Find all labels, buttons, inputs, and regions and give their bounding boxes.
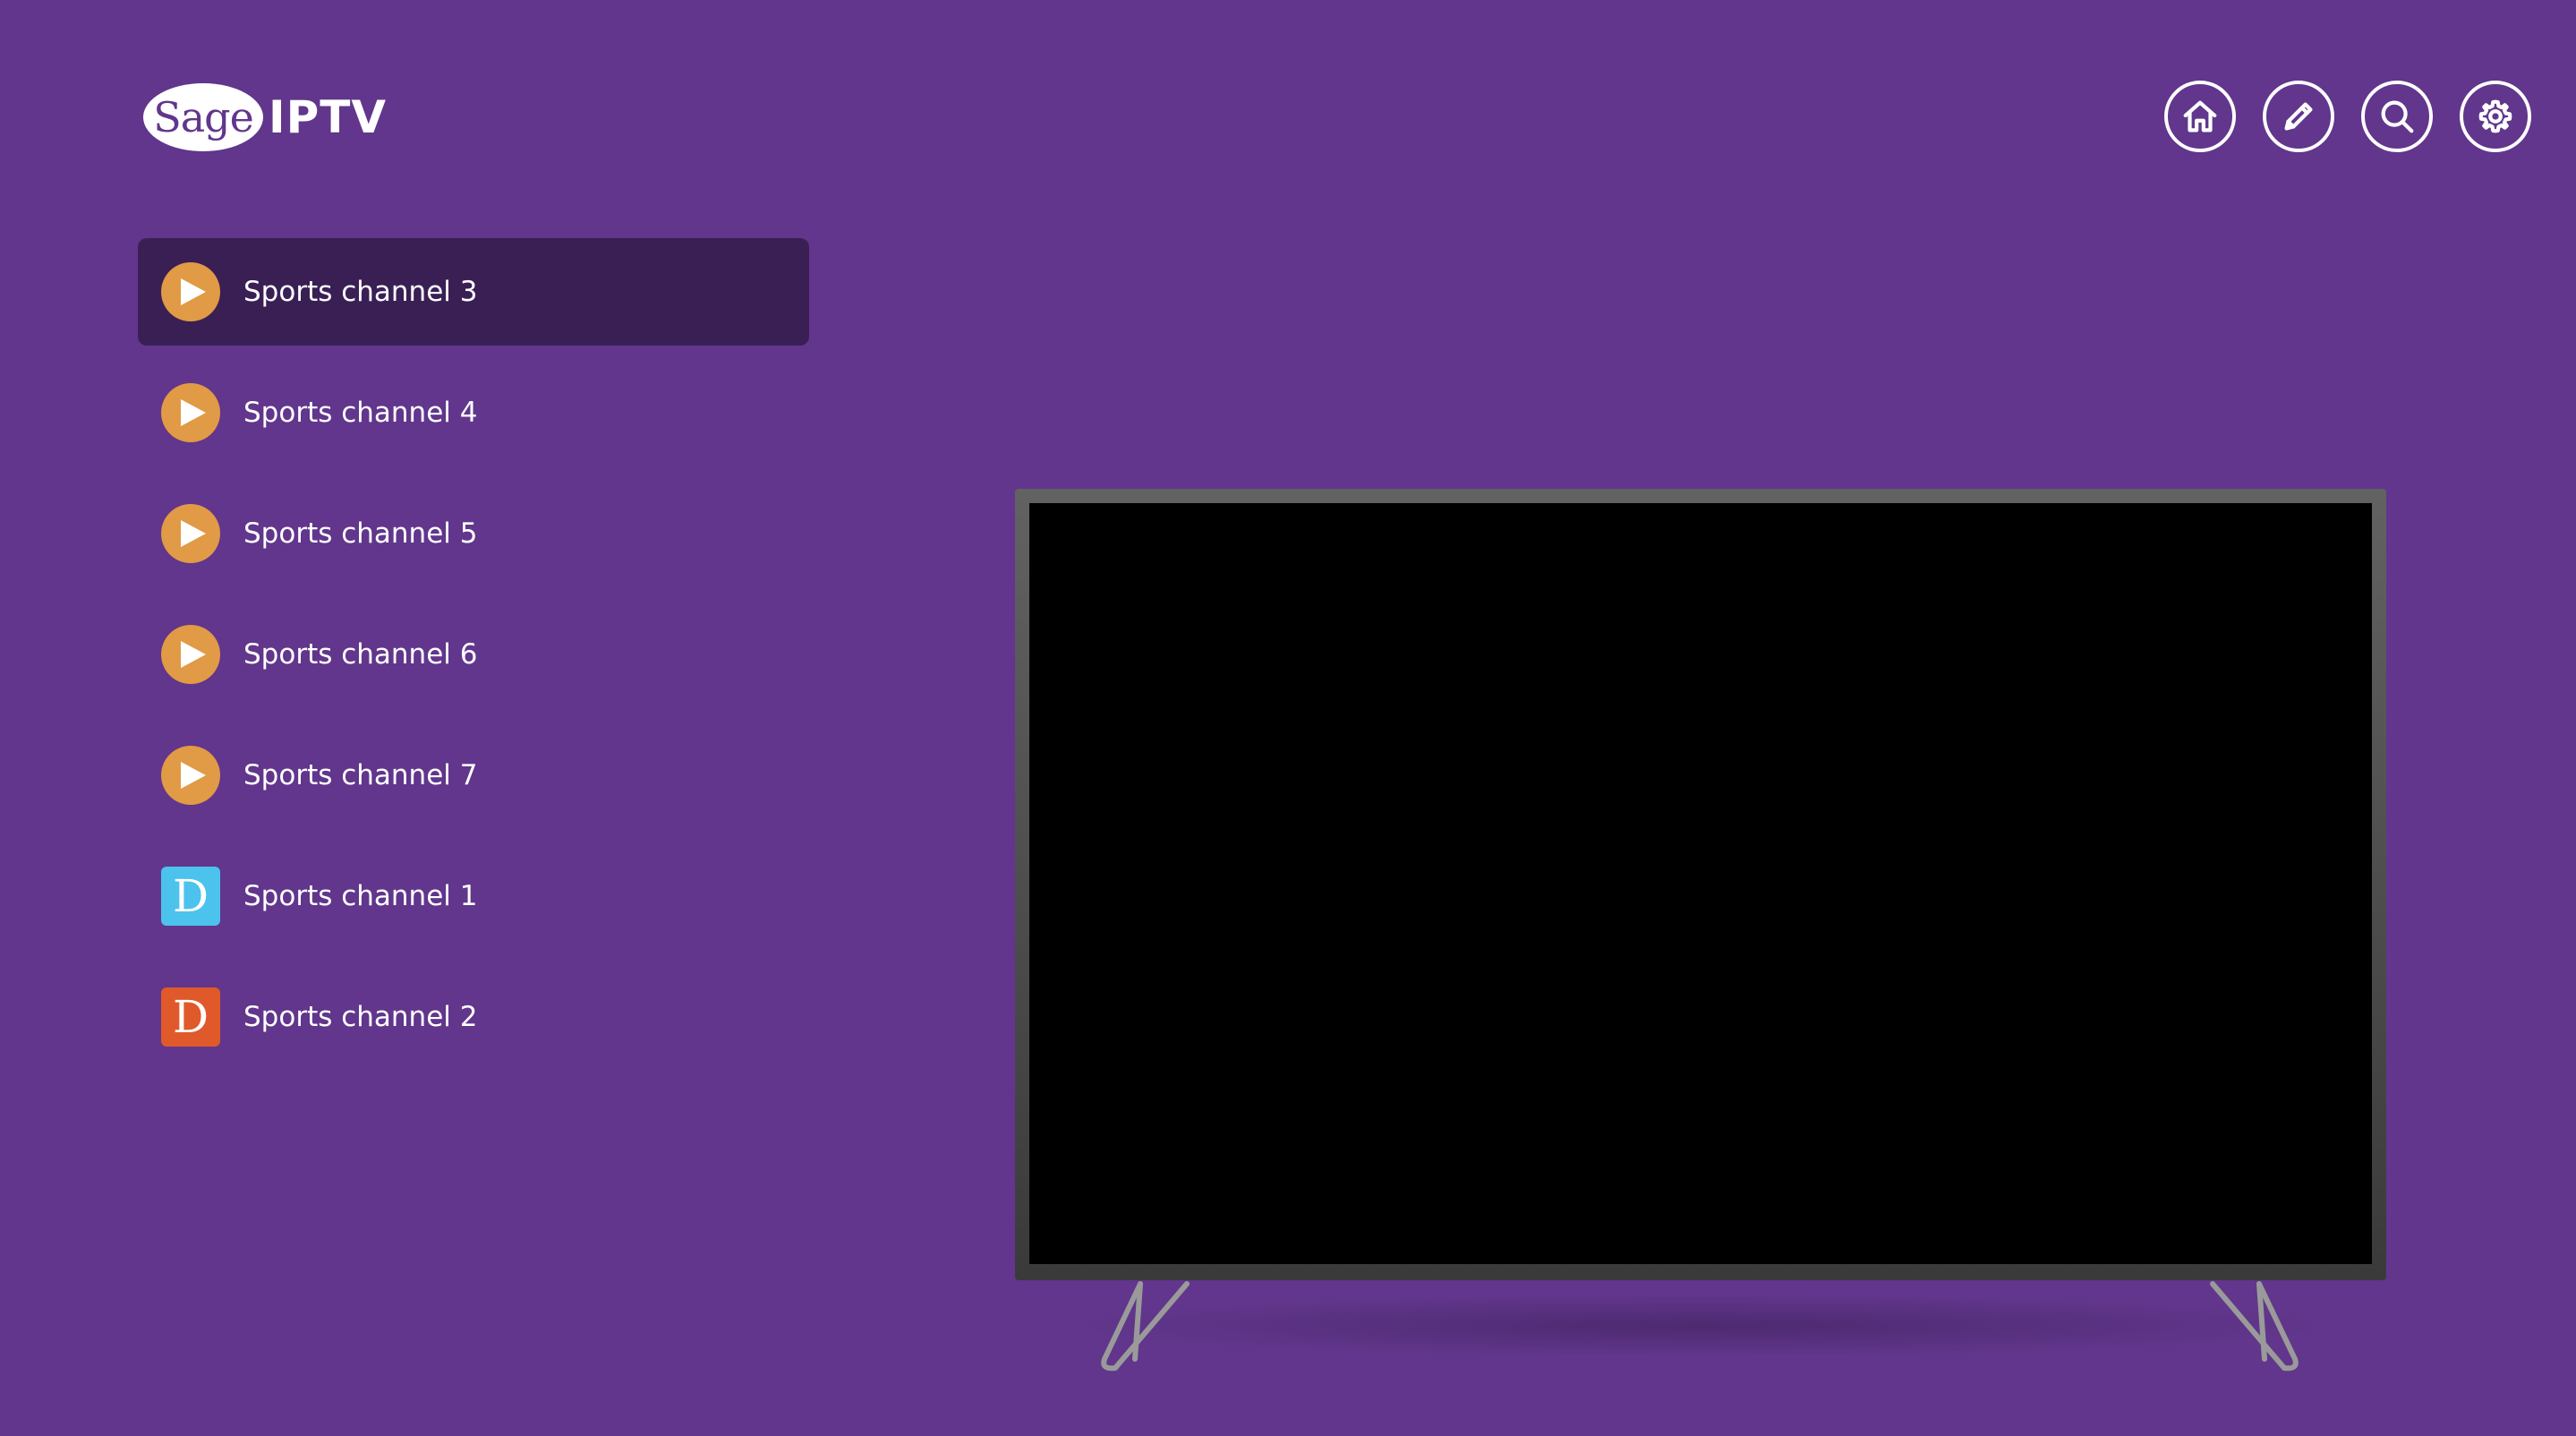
logo-product: IPTV <box>269 91 388 143</box>
channel-item[interactable]: Sports channel 5 <box>138 480 809 587</box>
play-icon <box>161 383 220 442</box>
channel-item[interactable]: D Sports channel 1 <box>138 842 809 950</box>
play-icon <box>161 746 220 805</box>
channel-item[interactable]: Sports channel 4 <box>138 359 809 466</box>
search-button[interactable] <box>2361 81 2433 152</box>
channel-label: Sports channel 4 <box>243 397 478 429</box>
pencil-icon <box>2284 102 2313 131</box>
channel-list: Sports channel 3 Sports channel 4 Sports… <box>138 238 809 1084</box>
letter-d-logo: D <box>161 987 220 1047</box>
channel-label: Sports channel 5 <box>243 517 478 550</box>
tv-stand-right <box>2196 1280 2313 1379</box>
channel-label: Sports channel 1 <box>243 880 478 912</box>
channel-item[interactable]: Sports channel 6 <box>138 601 809 708</box>
channel-label: Sports channel 6 <box>243 638 478 671</box>
edit-button[interactable] <box>2263 81 2334 152</box>
tv-preview <box>1015 489 2386 1380</box>
channel-label: Sports channel 3 <box>243 276 478 308</box>
channel-label: Sports channel 2 <box>243 1001 478 1033</box>
letter-d-logo: D <box>161 867 220 926</box>
play-icon <box>161 504 220 563</box>
tv-stand-left <box>1087 1280 1203 1379</box>
channel-item[interactable]: D Sports channel 2 <box>138 963 809 1071</box>
channel-label: Sports channel 7 <box>243 759 478 791</box>
tv-shadow <box>1069 1295 2333 1357</box>
channel-item[interactable]: Sports channel 7 <box>138 722 809 829</box>
video-player[interactable] <box>1029 503 2372 1264</box>
play-icon <box>161 625 220 684</box>
logo-brand: Sage <box>143 83 263 151</box>
tv-frame <box>1015 489 2386 1280</box>
home-icon <box>2183 100 2217 132</box>
gear-icon <box>2478 99 2512 133</box>
toolbar <box>2164 81 2531 152</box>
play-icon <box>161 262 220 321</box>
app-logo: Sage IPTV <box>143 82 387 152</box>
channel-item[interactable]: Sports channel 3 <box>138 238 809 346</box>
settings-button[interactable] <box>2460 81 2531 152</box>
home-button[interactable] <box>2164 81 2236 152</box>
search-icon <box>2381 100 2414 133</box>
